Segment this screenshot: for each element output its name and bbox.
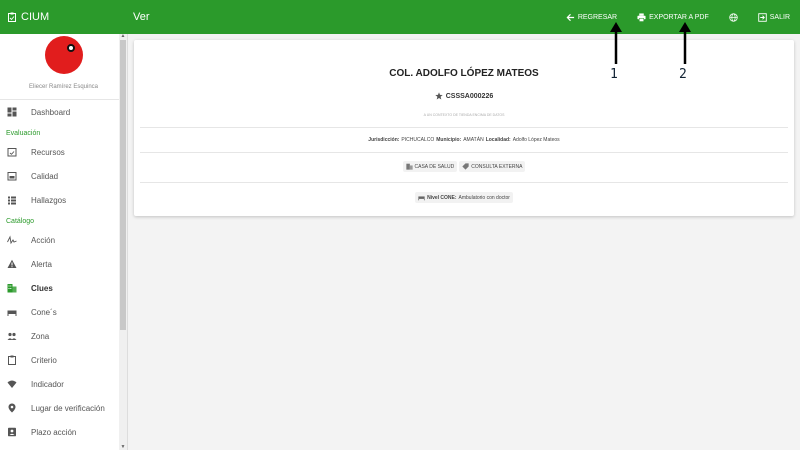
type-row: CASA DE SALUD CONSULTA EXTERNA [134, 161, 794, 172]
sidebar-item-hallazgos[interactable]: Hallazgos [0, 188, 127, 212]
scroll-up-icon[interactable]: ▲ [120, 34, 126, 39]
tipo-value: CASA DE SALUD [414, 163, 455, 170]
jurisdiccion-value: PICHUCALCO [401, 137, 435, 143]
contact-card-icon [7, 427, 17, 437]
municipio-value: AMATÁN [463, 137, 484, 143]
divider [140, 152, 788, 153]
sidebar-item-zona[interactable]: Zona [0, 324, 127, 348]
sidebar-item-indicador[interactable]: Indicador [0, 372, 127, 396]
sidebar-item-label: Clues [31, 283, 53, 293]
avatar [44, 36, 83, 74]
profile-name: Eliecer Ramírez Esquinca [28, 84, 99, 90]
clipboard-icon [8, 12, 16, 22]
tipo-chip: CASA DE SALUD [402, 161, 458, 172]
language-button[interactable] [719, 0, 748, 34]
jurisdiccion-label: Jurisdicción: [368, 137, 400, 143]
sidebar-item-accion[interactable]: Acción [0, 228, 127, 252]
signature-icon [7, 235, 17, 245]
main-content: COL. ADOLFO LÓPEZ MATEOS CSSSA000226 A U… [128, 34, 800, 450]
sidebar-item-clues[interactable]: Clues [0, 276, 127, 300]
divider [140, 182, 788, 183]
clues-code-value: CSSSA000226 [445, 92, 494, 100]
sidebar-item-dashboard[interactable]: Dashboard [0, 100, 127, 124]
divider [140, 127, 788, 128]
clues-title: COL. ADOLFO LÓPEZ MATEOS [389, 68, 539, 79]
star-icon [435, 92, 443, 100]
municipio-label: Municipio: [436, 137, 462, 143]
sidebar-item-criterio[interactable]: Criterio [0, 348, 127, 372]
logout-label: SALIR [769, 13, 790, 21]
sidebar-item-label: Plazo acción [31, 427, 77, 437]
sidebar-item-alerta[interactable]: Alerta [0, 252, 127, 276]
nivel-chip: Nivel CONE: Ambulatorio con doctor [415, 192, 513, 203]
bed-icon [418, 196, 425, 201]
sidebar-item-label: Acción [31, 235, 56, 245]
scrollbar-thumb[interactable] [120, 40, 126, 330]
logout-button[interactable]: SALIR [748, 0, 800, 34]
sidebar-item-label: Dashboard [31, 107, 71, 117]
printer-icon [637, 12, 646, 22]
calendar-icon [7, 171, 17, 181]
sidebar-item-label: Lugar de verificación [31, 403, 105, 413]
scroll-down-icon[interactable]: ▼ [120, 445, 126, 450]
exit-icon [758, 12, 767, 22]
app-title: CIUM [21, 11, 50, 23]
sidebar-item-cones[interactable]: Cone´s [0, 300, 127, 324]
sidebar-item-plazo-accion[interactable]: Plazo acción [0, 420, 127, 444]
sidebar-scrollbar[interactable]: ▲ ▼ [119, 34, 127, 450]
sidebar-item-label: Recursos [31, 147, 65, 157]
section-catalogo: Catálogo [6, 218, 35, 225]
localidad-label: Localidad: [485, 137, 511, 143]
sidebar-item-label: Criterio [31, 355, 57, 365]
nivel-row: Nivel CONE: Ambulatorio con doctor [134, 192, 794, 203]
profile: Eliecer Ramírez Esquinca [0, 34, 127, 100]
page-title: Ver [133, 11, 150, 23]
warning-icon [7, 259, 17, 269]
sidebar-item-label: Alerta [31, 259, 52, 269]
export-pdf-button[interactable]: EXPORTAR A PDF [627, 0, 719, 34]
list-icon [7, 195, 17, 205]
building-icon [7, 283, 17, 293]
section-evaluacion: Evaluación [6, 130, 41, 137]
location-pin-icon [7, 403, 17, 413]
clues-subtitle: A UN CONTEXTO DE TIENDA ENCIMA DE DATOS [423, 113, 505, 117]
clipboard-icon [7, 355, 17, 365]
sidebar-item-label: Indicador [31, 379, 64, 389]
annotation-arrow-2 [679, 22, 691, 64]
sidebar-item-label: Calidad [31, 171, 59, 181]
sidebar-item-lugar-verificacion[interactable]: Lugar de verificación [0, 396, 127, 420]
annotation-label-2: 2 [679, 67, 687, 82]
annotation-label-1: 1 [610, 67, 618, 82]
nivel-value: Ambulatorio con doctor [458, 194, 510, 201]
sidebar-item-label: Zona [31, 331, 50, 341]
arrow-left-icon [566, 13, 574, 21]
calendar-check-icon [7, 147, 17, 157]
annotation-arrow-1 [610, 22, 622, 64]
sidebar: Eliecer Ramírez Esquinca Dashboard Evalu… [0, 34, 128, 450]
brand[interactable]: CIUM [0, 11, 120, 23]
localidad-value: Adolfo López Mateos [512, 137, 560, 143]
location-row: Jurisdicción: PICHUCALCO Municipio: AMAT… [134, 137, 794, 143]
clues-detail-card: COL. ADOLFO LÓPEZ MATEOS CSSSA000226 A U… [134, 40, 794, 216]
clues-code: CSSSA000226 [134, 92, 794, 100]
bed-icon [7, 307, 17, 317]
people-icon [7, 331, 17, 341]
building-icon [405, 163, 413, 170]
sidebar-item-label: Cone´s [31, 307, 57, 317]
dashboard-icon [7, 107, 17, 117]
tag-icon [462, 163, 469, 170]
globe-icon [729, 12, 738, 22]
nivel-label: Nivel CONE: [427, 194, 457, 201]
sidebar-item-recursos[interactable]: Recursos [0, 140, 127, 164]
sidebar-item-label: Hallazgos [31, 195, 67, 205]
consulta-value: CONSULTA EXTERNA [471, 163, 523, 170]
sidebar-item-calidad[interactable]: Calidad [0, 164, 127, 188]
consulta-chip: CONSULTA EXTERNA [459, 161, 526, 172]
wifi-icon [7, 379, 17, 389]
